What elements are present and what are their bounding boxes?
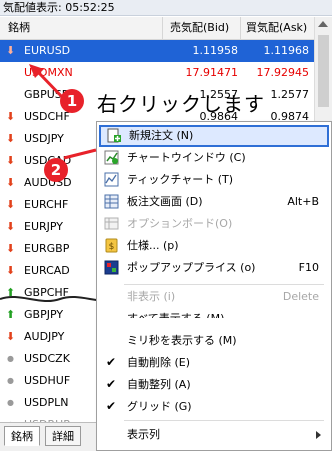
step-2-badge: 2 [44,158,68,182]
step-1-badge: 1 [60,89,84,113]
callout-arrows [29,64,97,160]
callout-text: 右クリックします [97,92,265,116]
